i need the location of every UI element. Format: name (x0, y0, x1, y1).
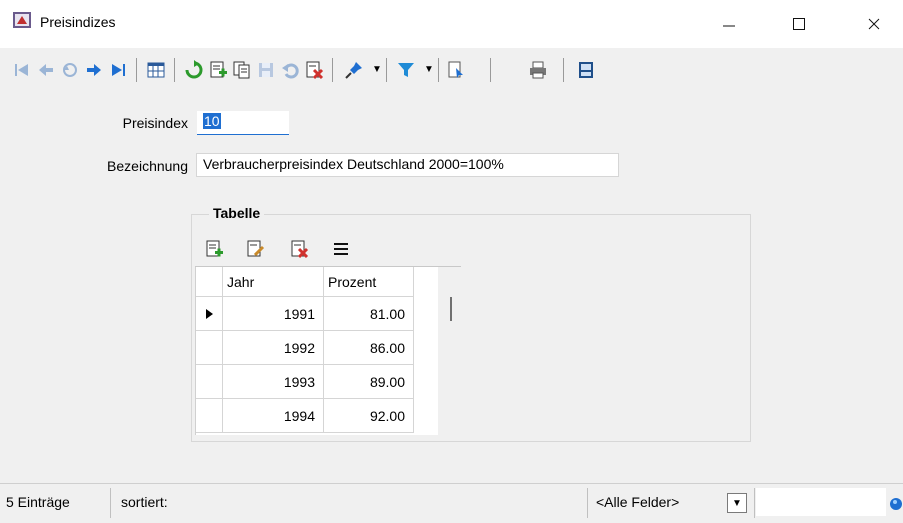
maximize-button[interactable] (770, 0, 828, 48)
app-icon (12, 10, 32, 30)
back-icon[interactable] (58, 56, 82, 84)
pin-icon[interactable] (342, 56, 366, 84)
grid-header: Jahr Prozent (196, 267, 414, 297)
search-input[interactable] (756, 488, 886, 516)
table-row[interactable]: 1992 86.00 (196, 331, 414, 365)
title-bar: Preisindizes (0, 0, 903, 48)
cell-jahr[interactable]: 1994 (223, 399, 324, 432)
cell-prozent[interactable]: 86.00 (324, 331, 414, 364)
layout-icon[interactable] (574, 56, 598, 84)
cell-jahr[interactable]: 1992 (223, 331, 324, 364)
delete-record-icon[interactable] (302, 56, 326, 84)
first-record-icon[interactable] (10, 56, 34, 84)
table-row[interactable]: 1991 81.00 (196, 297, 414, 331)
minimize-button[interactable] (700, 0, 758, 48)
previous-record-icon[interactable] (34, 56, 58, 84)
menu-icon[interactable] (331, 239, 351, 262)
copy-record-icon[interactable] (230, 56, 254, 84)
bezeichnung-input[interactable]: Verbraucherpreisindex Deutschland 2000=1… (196, 153, 619, 177)
window-title: Preisindizes (40, 14, 116, 30)
filter-icon[interactable] (394, 56, 418, 84)
last-record-icon[interactable] (106, 56, 130, 84)
document-select-icon[interactable] (444, 56, 468, 84)
column-header-prozent[interactable]: Prozent (324, 267, 414, 296)
cell-prozent[interactable]: 92.00 (324, 399, 414, 432)
toolbar: ▼ ▼ (0, 48, 903, 94)
cell-prozent[interactable]: 89.00 (324, 365, 414, 398)
grid-view-icon[interactable] (144, 56, 168, 84)
table-group-title: Tabelle (209, 205, 265, 221)
edit-row-icon[interactable] (246, 239, 266, 262)
search-go-icon[interactable] (886, 492, 902, 515)
status-bar: 5 Einträge sortiert: <Alle Felder> ▼ (0, 483, 903, 523)
delete-row-icon[interactable] (290, 239, 310, 262)
preisindex-input[interactable]: 10 (197, 111, 289, 135)
filter-dropdown-icon[interactable]: ▼ (424, 62, 434, 76)
field-filter-value: <Alle Felder> (596, 494, 680, 510)
add-row-icon[interactable] (205, 239, 225, 262)
preisindex-value: 10 (203, 113, 221, 129)
bezeichnung-label: Bezeichnung (107, 158, 188, 174)
table-row[interactable]: 1994 92.00 (196, 399, 414, 433)
print-icon[interactable] (526, 56, 550, 84)
cell-jahr[interactable]: 1993 (223, 365, 324, 398)
save-icon[interactable] (254, 56, 278, 84)
refresh-icon[interactable] (182, 56, 206, 84)
field-filter-dropdown-icon[interactable]: ▼ (727, 493, 747, 513)
column-header-jahr[interactable]: Jahr (223, 267, 324, 296)
pin-dropdown-icon[interactable]: ▼ (372, 62, 382, 76)
record-count: 5 Einträge (6, 494, 70, 510)
field-filter-select[interactable]: <Alle Felder> (592, 488, 724, 516)
preisindex-label: Preisindex (122, 115, 188, 131)
new-record-icon[interactable] (206, 56, 230, 84)
cell-prozent[interactable]: 81.00 (324, 297, 414, 330)
sort-status: sortiert: (121, 494, 168, 510)
close-button[interactable] (845, 0, 903, 48)
table-row[interactable]: 1993 89.00 (196, 365, 414, 399)
next-record-icon[interactable] (82, 56, 106, 84)
row-indicator-icon (196, 297, 223, 330)
cell-jahr[interactable]: 1991 (223, 297, 324, 330)
data-grid[interactable]: Jahr Prozent 1991 81.00 1992 86.00 1993 … (195, 267, 452, 435)
grid-scrollbar-thumb[interactable] (450, 297, 452, 321)
table-toolbar (203, 237, 383, 263)
undo-icon[interactable] (278, 56, 302, 84)
